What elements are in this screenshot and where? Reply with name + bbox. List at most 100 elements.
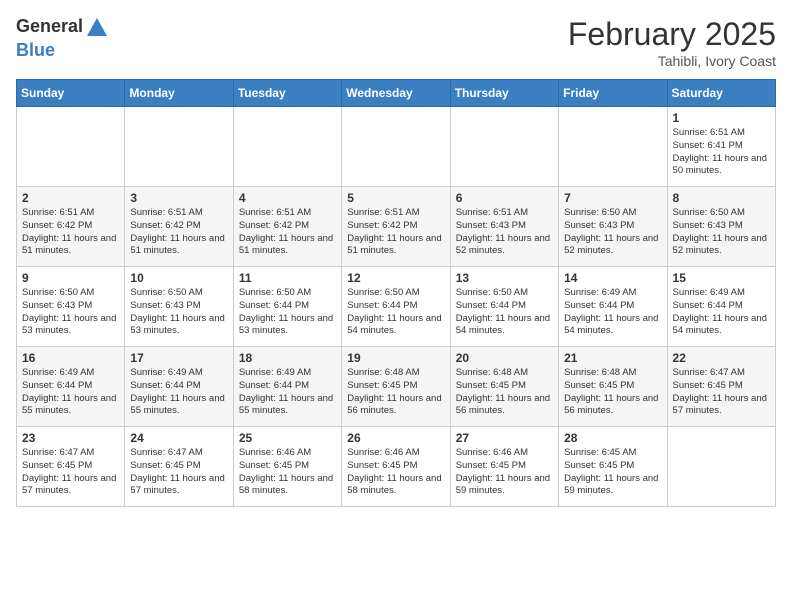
day-number: 8 [673,191,770,205]
day-number: 4 [239,191,336,205]
day-info: Sunrise: 6:50 AM Sunset: 6:43 PM Dayligh… [22,287,119,338]
calendar-cell: 7Sunrise: 6:50 AM Sunset: 6:43 PM Daylig… [559,187,667,267]
calendar-cell: 3Sunrise: 6:51 AM Sunset: 6:42 PM Daylig… [125,187,233,267]
calendar-cell [342,107,450,187]
day-info: Sunrise: 6:50 AM Sunset: 6:44 PM Dayligh… [347,287,444,338]
day-info: Sunrise: 6:51 AM Sunset: 6:42 PM Dayligh… [22,207,119,258]
day-info: Sunrise: 6:50 AM Sunset: 6:44 PM Dayligh… [456,287,553,338]
day-info: Sunrise: 6:47 AM Sunset: 6:45 PM Dayligh… [673,367,770,418]
day-number: 10 [130,271,227,285]
day-info: Sunrise: 6:48 AM Sunset: 6:45 PM Dayligh… [347,367,444,418]
day-info: Sunrise: 6:49 AM Sunset: 6:44 PM Dayligh… [673,287,770,338]
calendar-cell: 10 Sunrise: 6:50 AM Sunset: 6:43 PM Dayli… [125,267,233,347]
day-number: 1 [673,111,770,125]
day-info: Sunrise: 6:46 AM Sunset: 6:45 PM Dayligh… [347,447,444,498]
day-number: 23 [22,431,119,445]
day-number: 25 [239,431,336,445]
day-info: Sunrise: 6:48 AM Sunset: 6:45 PM Dayligh… [564,367,661,418]
day-info: Sunrise: 6:50 AM Sunset: 6:43 PM Dayligh… [564,207,661,258]
day-number: 13 [456,271,553,285]
day-info: Sunrise: 6:46 AM Sunset: 6:45 PM Dayligh… [456,447,553,498]
day-info: Sunrise: 6:47 AM Sunset: 6:45 PM Dayligh… [130,447,227,498]
calendar-cell: 8 Sunrise: 6:50 AM Sunset: 6:43 PM Daylig… [667,187,775,267]
calendar-cell: 27 Sunrise: 6:46 AM Sunset: 6:45 PM Dayli… [450,427,558,507]
calendar-header-thursday: Thursday [450,80,558,107]
day-info: Sunrise: 6:49 AM Sunset: 6:44 PM Dayligh… [130,367,227,418]
logo: General Blue [16,16,109,61]
calendar-cell: 13 Sunrise: 6:50 AM Sunset: 6:44 PM Dayli… [450,267,558,347]
day-number: 28 [564,431,661,445]
calendar-cell: 6 Sunrise: 6:51 AM Sunset: 6:43 PM Daylig… [450,187,558,267]
calendar-cell: 24 Sunrise: 6:47 AM Sunset: 6:45 PM Dayli… [125,427,233,507]
day-info: Sunrise: 6:49 AM Sunset: 6:44 PM Dayligh… [239,367,336,418]
calendar-cell: 26 Sunrise: 6:46 AM Sunset: 6:45 PM Dayli… [342,427,450,507]
day-number: 6 [456,191,553,205]
day-info: Sunrise: 6:51 AM Sunset: 6:43 PM Dayligh… [456,207,553,258]
day-info: Sunrise: 6:47 AM Sunset: 6:45 PM Dayligh… [22,447,119,498]
day-number: 17 [130,351,227,365]
calendar-cell: 4Sunrise: 6:51 AM Sunset: 6:42 PM Daylig… [233,187,341,267]
logo-text: General Blue [16,16,109,61]
day-number: 15 [673,271,770,285]
day-number: 16 [22,351,119,365]
day-info: Sunrise: 6:50 AM Sunset: 6:43 PM Dayligh… [130,287,227,338]
day-info: Sunrise: 6:50 AM Sunset: 6:43 PM Dayligh… [673,207,770,258]
day-info: Sunrise: 6:48 AM Sunset: 6:45 PM Dayligh… [456,367,553,418]
calendar-cell: 23 Sunrise: 6:47 AM Sunset: 6:45 PM Dayli… [17,427,125,507]
day-number: 22 [673,351,770,365]
month-title: February 2025 [568,16,776,53]
day-number: 19 [347,351,444,365]
calendar-cell: 11Sunrise: 6:50 AM Sunset: 6:44 PM Dayli… [233,267,341,347]
calendar-header-friday: Friday [559,80,667,107]
day-number: 27 [456,431,553,445]
location-subtitle: Tahibli, Ivory Coast [568,53,776,69]
calendar-header-monday: Monday [125,80,233,107]
calendar-cell [559,107,667,187]
calendar-week-row: 2 Sunrise: 6:51 AM Sunset: 6:42 PM Daylig… [17,187,776,267]
day-number: 18 [239,351,336,365]
day-info: Sunrise: 6:51 AM Sunset: 6:41 PM Dayligh… [673,127,770,178]
calendar-header-tuesday: Tuesday [233,80,341,107]
day-info: Sunrise: 6:49 AM Sunset: 6:44 PM Dayligh… [564,287,661,338]
calendar-cell [17,107,125,187]
day-number: 3 [130,191,227,205]
calendar-table: SundayMondayTuesdayWednesdayThursdayFrid… [16,79,776,507]
calendar-cell: 9 Sunrise: 6:50 AM Sunset: 6:43 PM Daylig… [17,267,125,347]
calendar-cell: 12Sunrise: 6:50 AM Sunset: 6:44 PM Dayli… [342,267,450,347]
calendar-cell [450,107,558,187]
calendar-cell: 2 Sunrise: 6:51 AM Sunset: 6:42 PM Daylig… [17,187,125,267]
calendar-header-wednesday: Wednesday [342,80,450,107]
calendar-cell: 19 Sunrise: 6:48 AM Sunset: 6:45 PM Dayli… [342,347,450,427]
day-info: Sunrise: 6:46 AM Sunset: 6:45 PM Dayligh… [239,447,336,498]
day-number: 9 [22,271,119,285]
calendar-cell: 18 Sunrise: 6:49 AM Sunset: 6:44 PM Dayli… [233,347,341,427]
day-info: Sunrise: 6:45 AM Sunset: 6:45 PM Dayligh… [564,447,661,498]
day-number: 24 [130,431,227,445]
calendar-cell: 20 Sunrise: 6:48 AM Sunset: 6:45 PM Dayli… [450,347,558,427]
page-header: General Blue February 2025 Tahibli, Ivor… [16,16,776,69]
calendar-cell: 5Sunrise: 6:51 AM Sunset: 6:42 PM Daylig… [342,187,450,267]
calendar-cell [667,427,775,507]
day-info: Sunrise: 6:50 AM Sunset: 6:44 PM Dayligh… [239,287,336,338]
calendar-week-row: 1 Sunrise: 6:51 AM Sunset: 6:41 PM Daylig… [17,107,776,187]
calendar-cell: 14Sunrise: 6:49 AM Sunset: 6:44 PM Dayli… [559,267,667,347]
calendar-cell: 25 Sunrise: 6:46 AM Sunset: 6:45 PM Dayli… [233,427,341,507]
calendar-cell: 22 Sunrise: 6:47 AM Sunset: 6:45 PM Dayli… [667,347,775,427]
calendar-cell [233,107,341,187]
calendar-cell: 1 Sunrise: 6:51 AM Sunset: 6:41 PM Daylig… [667,107,775,187]
day-number: 26 [347,431,444,445]
calendar-cell: 21 Sunrise: 6:48 AM Sunset: 6:45 PM Dayli… [559,347,667,427]
logo-general: General [16,19,109,36]
calendar-header-row: SundayMondayTuesdayWednesdayThursdayFrid… [17,80,776,107]
day-number: 5 [347,191,444,205]
calendar-cell: 17 Sunrise: 6:49 AM Sunset: 6:44 PM Dayli… [125,347,233,427]
day-number: 21 [564,351,661,365]
day-number: 2 [22,191,119,205]
calendar-week-row: 9 Sunrise: 6:50 AM Sunset: 6:43 PM Daylig… [17,267,776,347]
calendar-cell: 15 Sunrise: 6:49 AM Sunset: 6:44 PM Dayli… [667,267,775,347]
day-info: Sunrise: 6:49 AM Sunset: 6:44 PM Dayligh… [22,367,119,418]
calendar-cell: 28 Sunrise: 6:45 AM Sunset: 6:45 PM Dayli… [559,427,667,507]
logo-blue: Blue [16,40,55,60]
day-number: 20 [456,351,553,365]
calendar-cell [125,107,233,187]
